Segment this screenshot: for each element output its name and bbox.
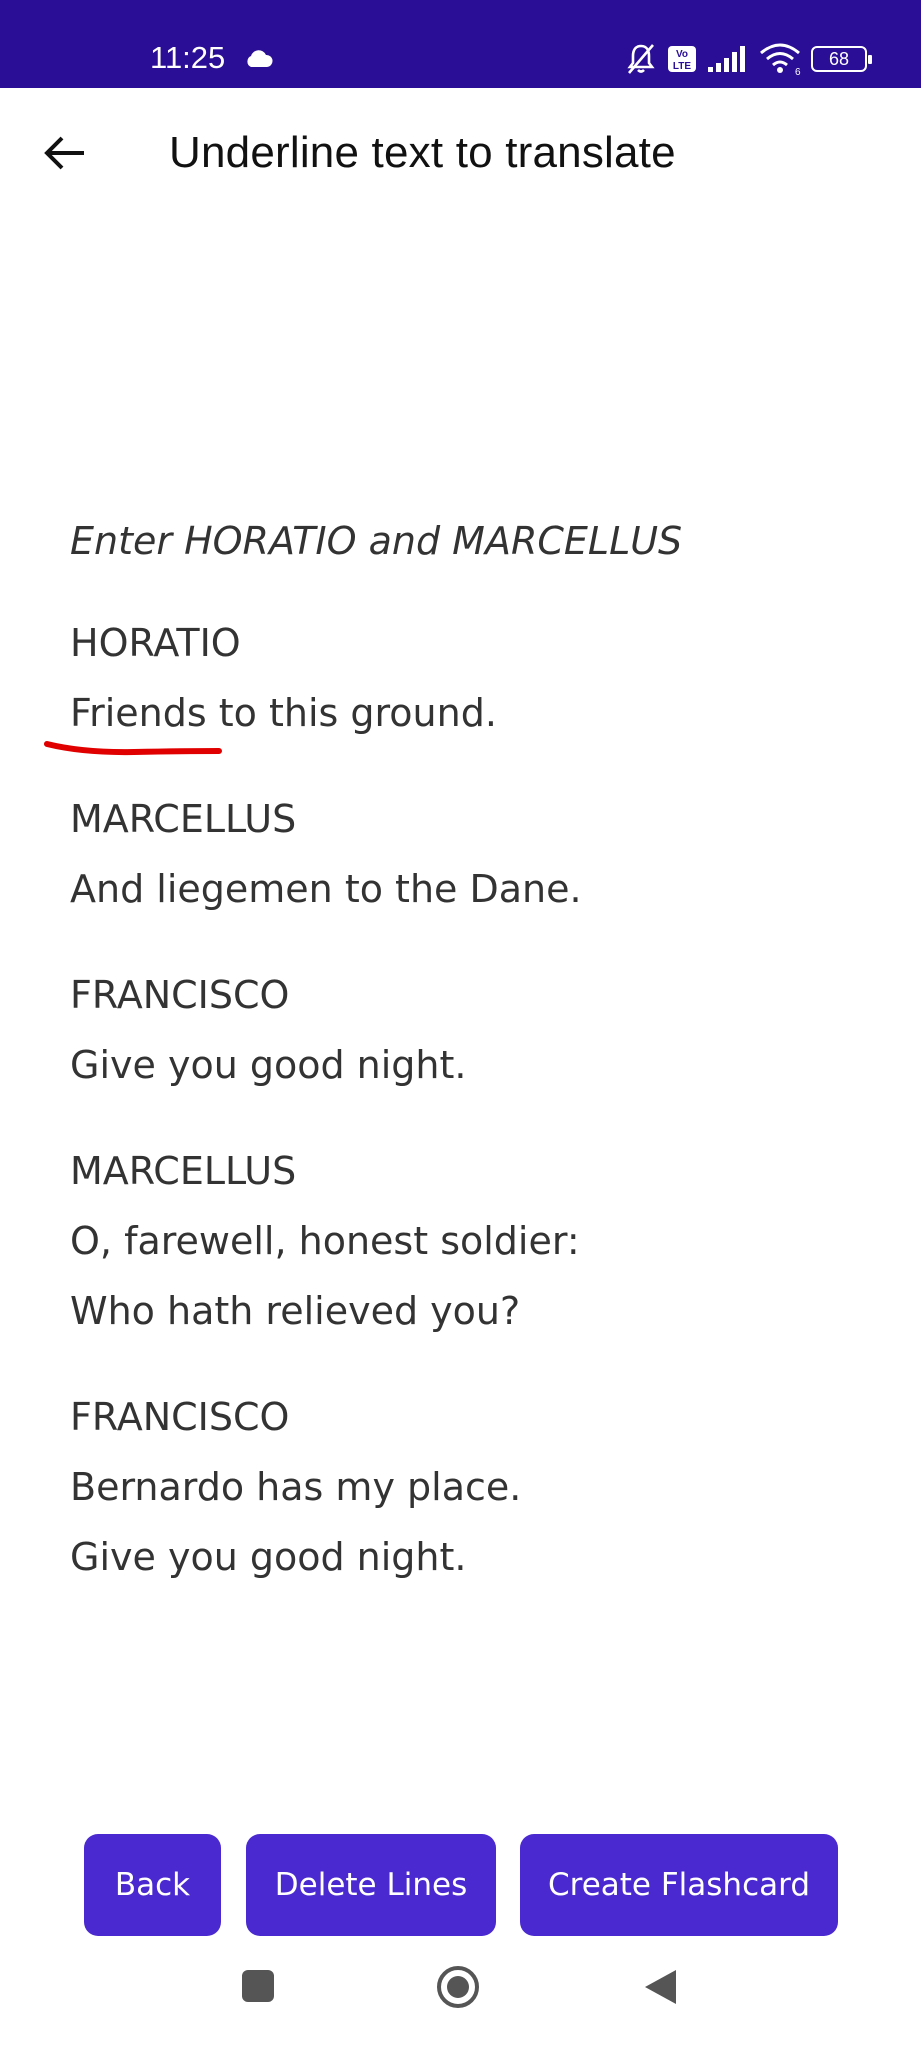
speaker-name[interactable]: MARCELLUS: [70, 784, 870, 854]
back-arrow-icon[interactable]: [40, 128, 90, 178]
status-time: 11:25: [150, 40, 226, 75]
svg-text:Vo: Vo: [676, 49, 688, 60]
dialogue-block: HORATIO Friends to this ground.: [70, 608, 870, 748]
delete-lines-button[interactable]: Delete Lines: [246, 1834, 496, 1936]
status-bar: 11:25 Vo LTE 6 68: [0, 0, 921, 88]
dialogue-line[interactable]: Give you good night.: [70, 1030, 870, 1100]
volte-icon: Vo LTE: [667, 45, 697, 73]
back-triangle-icon[interactable]: [642, 1968, 678, 2010]
mute-icon: [625, 42, 657, 76]
signal-icon: [707, 45, 749, 73]
stage-direction[interactable]: Enter HORATIO and MARCELLUS: [70, 510, 870, 572]
system-nav-bar: [0, 1950, 921, 2048]
dialogue-line[interactable]: Who hath relieved you?: [70, 1276, 870, 1346]
action-buttons: Back Delete Lines Create Flashcard: [0, 1834, 921, 1936]
battery-icon: 68: [811, 46, 872, 72]
dialogue-line[interactable]: Bernardo has my place.: [70, 1452, 870, 1522]
recents-square-icon[interactable]: [240, 1968, 276, 2008]
cloud-icon: [244, 50, 274, 72]
svg-text:LTE: LTE: [673, 61, 691, 72]
speaker-name[interactable]: FRANCISCO: [70, 960, 870, 1030]
speaker-name[interactable]: HORATIO: [70, 608, 870, 678]
wifi-icon: 6: [759, 42, 801, 76]
back-button[interactable]: Back: [84, 1834, 221, 1936]
create-flashcard-button[interactable]: Create Flashcard: [520, 1834, 838, 1936]
status-icons: Vo LTE 6 68: [625, 42, 872, 76]
script-text[interactable]: Enter HORATIO and MARCELLUS HORATIO Frie…: [70, 510, 870, 1628]
dialogue-line[interactable]: And liegemen to the Dane.: [70, 854, 870, 924]
home-circle-icon[interactable]: [435, 1964, 481, 2014]
app-bar: Underline text to translate: [0, 88, 921, 226]
dialogue-line[interactable]: Give you good night.: [70, 1522, 870, 1592]
speaker-name[interactable]: FRANCISCO: [70, 1382, 870, 1452]
svg-text:6: 6: [795, 67, 801, 76]
page-title: Underline text to translate: [169, 128, 676, 177]
dialogue-block: FRANCISCO Bernardo has my place. Give yo…: [70, 1382, 870, 1592]
dialogue-line[interactable]: O, farewell, honest soldier:: [70, 1206, 870, 1276]
underline-stroke: [44, 741, 222, 756]
dialogue-block: FRANCISCO Give you good night.: [70, 960, 870, 1100]
dialogue-block: MARCELLUS And liegemen to the Dane.: [70, 784, 870, 924]
dialogue-block: MARCELLUS O, farewell, honest soldier: W…: [70, 1136, 870, 1346]
speaker-name[interactable]: MARCELLUS: [70, 1136, 870, 1206]
